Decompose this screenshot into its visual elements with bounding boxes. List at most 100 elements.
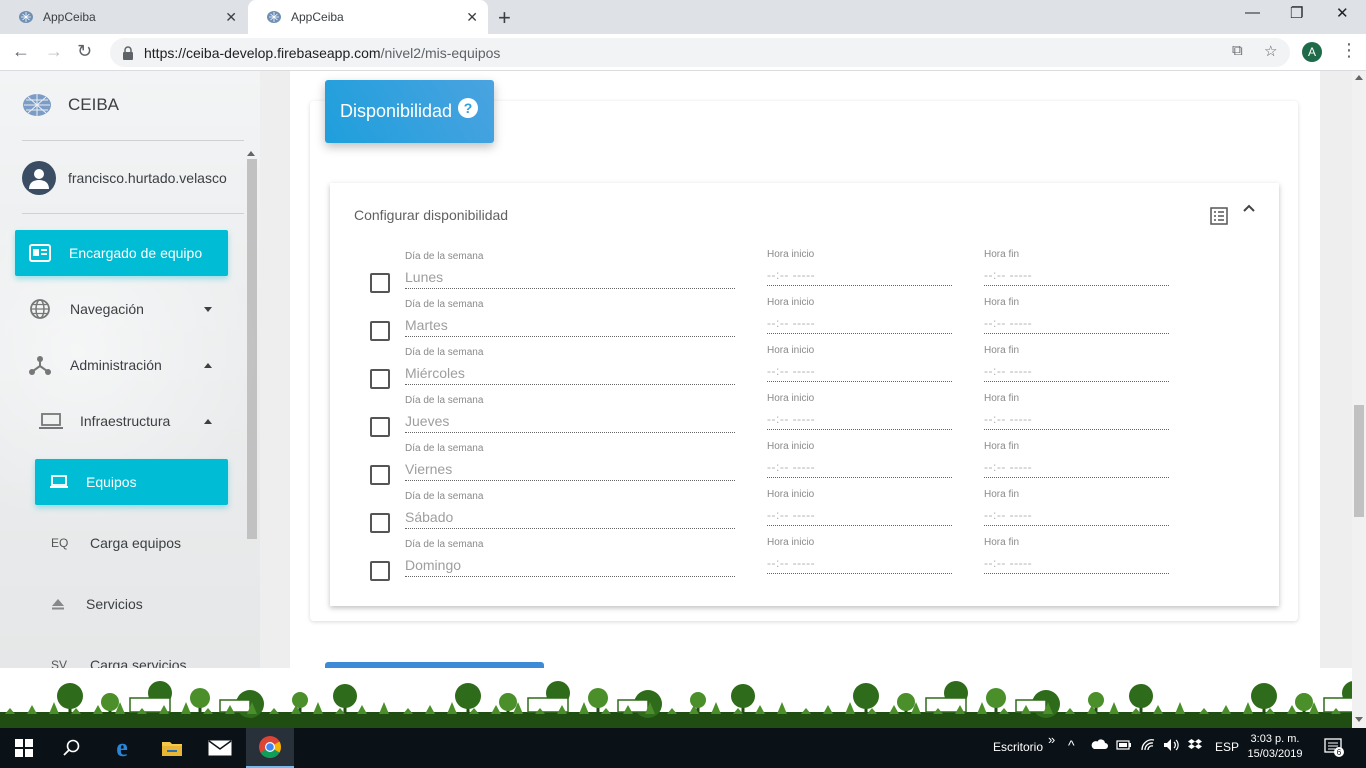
sidebar-item-abbr: EQ [51,536,69,550]
end-time-field[interactable]: Hora fin --:-- ----- [984,345,1169,382]
bookmark-star-icon[interactable]: ☆ [1264,42,1277,60]
day-field[interactable]: Día de la semana Jueves [405,395,735,433]
start-time-field[interactable]: Hora inicio --:-- ----- [767,249,952,286]
sidebar-item-carga-equipos[interactable]: EQ Carga equipos [51,520,228,566]
close-tab-icon[interactable]: ✕ [225,9,237,26]
day-field-value: Martes [405,317,735,337]
day-field[interactable]: Día de la semana Domingo [405,539,735,577]
caret-up-icon [204,418,212,424]
sidebar-item-infraestructura[interactable]: Infraestructura [37,398,228,444]
sidebar-item-carga-servicios[interactable]: SV Carga servicios [51,642,228,668]
start-time-label: Hora inicio [767,489,815,500]
end-time-field[interactable]: Hora fin --:-- ----- [984,441,1169,478]
end-time-input: --:-- ----- [984,460,1169,478]
day-checkbox[interactable] [370,561,390,581]
scroll-down-arrow-icon[interactable] [1355,717,1363,722]
back-icon[interactable]: ← [12,41,30,62]
day-row: Día de la semana Martes Hora inicio --:-… [330,297,1279,347]
sidebar-item-administracion[interactable]: Administración [15,342,228,388]
forward-icon[interactable]: → [45,41,63,62]
start-time-field[interactable]: Hora inicio --:-- ----- [767,537,952,574]
volume-icon[interactable] [1163,738,1181,755]
page-scrollbar[interactable] [1352,71,1366,728]
reload-icon[interactable]: ↻ [77,41,92,62]
laptop-icon [50,475,68,488]
close-tab-icon[interactable]: ✕ [466,9,478,26]
address-bar[interactable]: https://ceiba-develop.firebaseapp.com/ni… [110,38,1290,67]
clock[interactable]: 3:03 p. m. 15/03/2019 [1238,732,1312,762]
sidebar-item-equipos[interactable]: Equipos [35,459,228,505]
scroll-up-arrow-icon[interactable] [247,151,255,156]
start-time-field[interactable]: Hora inicio --:-- ----- [767,345,952,382]
page-scroll-thumb[interactable] [1354,405,1364,517]
wifi-icon[interactable] [1140,738,1156,755]
chevron-up-icon[interactable] [1242,203,1256,213]
end-time-field[interactable]: Hora fin --:-- ----- [984,489,1169,526]
help-icon[interactable]: ? [458,97,479,118]
scroll-up-arrow-icon[interactable] [1355,75,1363,80]
notifications-icon[interactable]: 6 [1324,737,1344,760]
day-field[interactable]: Día de la semana Sábado [405,491,735,529]
start-time-input: --:-- ----- [767,316,952,334]
sidebar-scrollbar[interactable] [244,151,258,668]
end-time-field[interactable]: Hora fin --:-- ----- [984,297,1169,334]
sidebar-item-label: Carga servicios [90,657,187,668]
day-field[interactable]: Día de la semana Martes [405,299,735,337]
day-checkbox[interactable] [370,417,390,437]
new-tab-icon[interactable]: + [498,5,511,31]
day-checkbox[interactable] [370,273,390,293]
user-name: francisco.hurtado.velasco [68,170,227,186]
user-avatar-icon [22,161,56,195]
toolbar-expand-icon[interactable]: » [1048,732,1055,747]
day-field[interactable]: Día de la semana Lunes [405,251,735,289]
brand[interactable]: CEIBA [22,93,119,117]
start-time-field[interactable]: Hora inicio --:-- ----- [767,441,952,478]
translate-icon[interactable]: ⧉ [1232,42,1243,59]
browser-tab-1[interactable]: AppCeiba ✕ [0,0,247,34]
sidebar-item-servicios[interactable]: Servicios [51,581,228,627]
start-time-field[interactable]: Hora inicio --:-- ----- [767,489,952,526]
profile-avatar[interactable]: A [1302,42,1322,62]
edge-browser-icon[interactable]: e [98,728,146,768]
user-profile[interactable]: francisco.hurtado.velasco [22,161,230,195]
day-checkbox[interactable] [370,513,390,533]
dropbox-icon[interactable] [1188,739,1202,754]
search-icon[interactable] [48,728,96,768]
windows-start-icon[interactable] [0,728,48,768]
day-field-label: Día de la semana [405,347,484,358]
list-view-icon[interactable] [1210,207,1228,225]
file-explorer-icon[interactable] [148,728,196,768]
day-checkbox[interactable] [370,321,390,341]
restore-icon[interactable]: ❐ [1290,4,1303,22]
end-time-input: --:-- ----- [984,364,1169,382]
chrome-icon[interactable] [246,728,294,768]
browser-tab-2[interactable]: AppCeiba ✕ [248,0,488,34]
sidebar-scroll-thumb[interactable] [247,159,257,539]
end-time-field[interactable]: Hora fin --:-- ----- [984,537,1169,574]
end-time-field[interactable]: Hora fin --:-- ----- [984,393,1169,430]
minimize-icon[interactable]: — [1245,4,1260,21]
menu-kebab-icon[interactable]: ⋮ [1340,40,1358,61]
battery-icon[interactable] [1116,739,1132,754]
mail-icon[interactable] [196,728,244,768]
day-field-label: Día de la semana [405,491,484,502]
start-time-field[interactable]: Hora inicio --:-- ----- [767,393,952,430]
day-field[interactable]: Día de la semana Viernes [405,443,735,481]
day-checkbox[interactable] [370,465,390,485]
onedrive-icon[interactable] [1090,738,1108,753]
show-hidden-icons-icon[interactable]: ^ [1068,737,1075,753]
sidebar-item-navegacion[interactable]: Navegación [15,286,228,332]
desktop-toolbar-label[interactable]: Escritorio [993,740,1043,754]
end-time-field[interactable]: Hora fin --:-- ----- [984,249,1169,286]
close-window-icon[interactable]: ✕ [1336,4,1349,22]
day-field[interactable]: Día de la semana Miércoles [405,347,735,385]
start-time-label: Hora inicio [767,297,815,308]
language-indicator[interactable]: ESP [1215,740,1239,754]
sidebar-item-label: Encargado de equipo [69,245,203,261]
day-field-value: Jueves [405,413,735,433]
end-time-label: Hora fin [984,249,1020,260]
sidebar-item-encargado[interactable]: Encargado de equipo [15,230,228,276]
eject-icon [52,599,64,610]
day-checkbox[interactable] [370,369,390,389]
start-time-field[interactable]: Hora inicio --:-- ----- [767,297,952,334]
